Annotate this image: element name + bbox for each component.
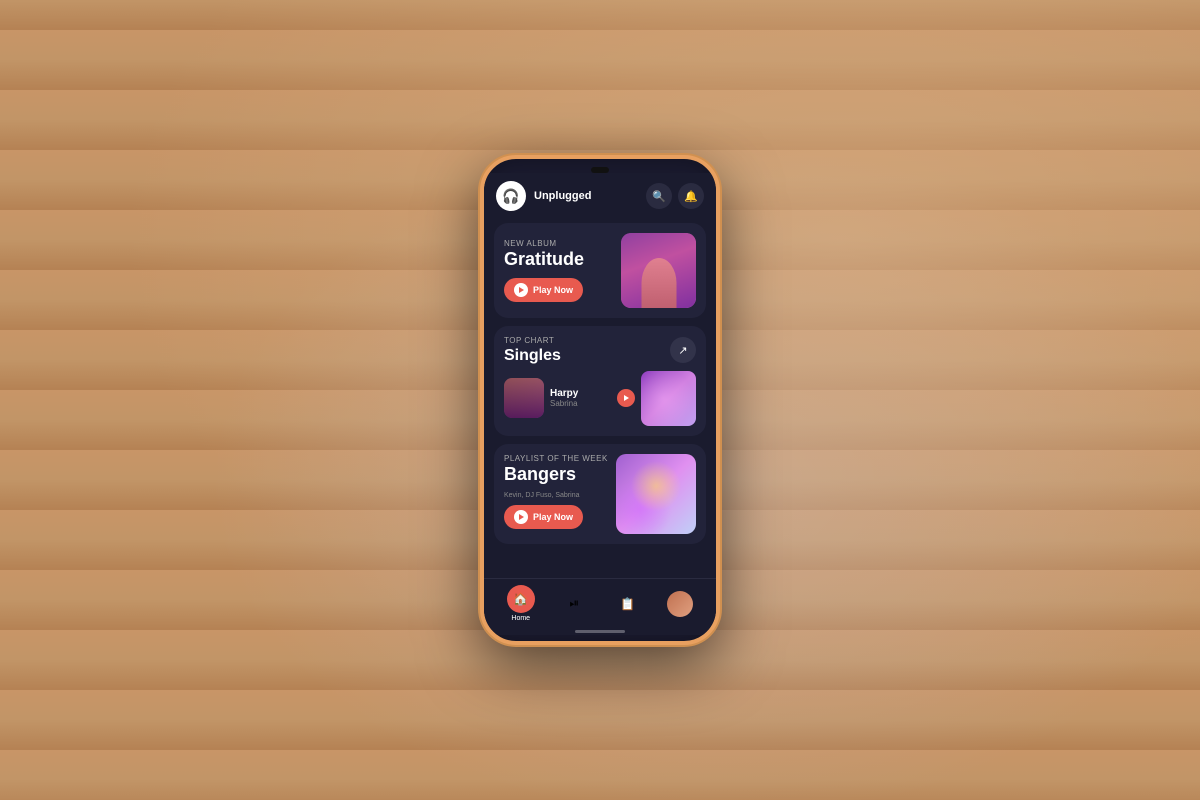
- arrow-icon: ↗: [678, 344, 687, 357]
- song-artwork: [504, 378, 544, 418]
- phone-screen: 🎧 Unplugged 🔍 🔔 New Al: [484, 173, 716, 635]
- playlist-play-label: Play Now: [533, 512, 573, 522]
- chart-info: Top Chart Singles: [504, 336, 561, 365]
- nav-playlist-icon-wrap: 📋: [614, 590, 642, 618]
- nav-home[interactable]: 🏠 Home: [507, 585, 535, 622]
- album-title: Gratitude: [504, 250, 621, 270]
- new-album-card: New Album Gratitude Play Now: [494, 223, 706, 318]
- song-list: Harpy Sabrina: [504, 371, 696, 426]
- top-chart-label: Top Chart: [504, 336, 561, 345]
- song-item: Harpy Sabrina: [504, 378, 635, 418]
- home-indicator: [575, 630, 625, 633]
- album-artwork: [621, 233, 696, 308]
- album-art-figure: [621, 233, 696, 308]
- search-button[interactable]: 🔍: [646, 183, 672, 209]
- playlist-artists: Kevin, DJ Fuso, Sabrina: [504, 492, 616, 499]
- chart-header: Top Chart Singles ↗: [504, 336, 696, 365]
- playlist-icon: 📋: [620, 597, 635, 611]
- app-header: 🎧 Unplugged 🔍 🔔: [484, 173, 716, 219]
- song-details: Harpy Sabrina: [550, 388, 611, 408]
- playlist-play-button[interactable]: Play Now: [504, 505, 583, 529]
- notification-button[interactable]: 🔔: [678, 183, 704, 209]
- playlist-play-triangle: [519, 514, 524, 520]
- play-now-label: Play Now: [533, 285, 573, 295]
- play-triangle-icon: [519, 287, 524, 293]
- nav-home-label: Home: [511, 615, 530, 622]
- play-circle-icon: ⏯: [569, 596, 579, 611]
- playlist-artwork: [616, 454, 696, 534]
- headphones-icon: 🎧: [502, 188, 519, 205]
- play-icon-circle: [514, 283, 528, 297]
- top-chart-card: Top Chart Singles ↗ Harpy Sabrina: [494, 326, 706, 436]
- playlist-play-icon-circle: [514, 510, 528, 524]
- song-artist: Sabrina: [550, 399, 611, 408]
- nav-play-icon-wrap: ⏯: [560, 590, 588, 618]
- phone-body: 🎧 Unplugged 🔍 🔔 New Al: [480, 155, 720, 645]
- album-info: New Album Gratitude Play Now: [504, 239, 621, 302]
- nav-play[interactable]: ⏯: [560, 590, 588, 618]
- playlist-title: Bangers: [504, 465, 616, 485]
- bell-icon: 🔔: [684, 190, 698, 203]
- mini-play-button[interactable]: [617, 389, 635, 407]
- play-now-button[interactable]: Play Now: [504, 278, 583, 302]
- search-icon: 🔍: [652, 190, 666, 203]
- profile-avatar: [667, 591, 693, 617]
- bottom-navigation: 🏠 Home ⏯ 📋: [484, 578, 716, 630]
- playlist-card: Playlist of The Week Bangers Kevin, DJ F…: [494, 444, 706, 544]
- nav-profile[interactable]: [667, 591, 693, 617]
- nav-home-icon-wrap: 🏠: [507, 585, 535, 613]
- chart-title: Singles: [504, 347, 561, 365]
- header-icons: 🔍 🔔: [646, 183, 704, 209]
- new-album-label: New Album: [504, 239, 621, 248]
- home-icon: 🏠: [513, 592, 528, 606]
- main-content: New Album Gratitude Play Now: [484, 219, 716, 578]
- logo-button[interactable]: 🎧: [496, 181, 526, 211]
- app-name: Unplugged: [534, 190, 638, 202]
- song-name: Harpy: [550, 388, 611, 399]
- playlist-label: Playlist of The Week: [504, 454, 616, 463]
- nav-playlist[interactable]: 📋: [614, 590, 642, 618]
- playlist-info: Playlist of The Week Bangers Kevin, DJ F…: [504, 454, 616, 530]
- arrow-button[interactable]: ↗: [670, 337, 696, 363]
- phone-mockup: 🎧 Unplugged 🔍 🔔 New Al: [480, 155, 720, 645]
- song-artwork-2: [641, 371, 696, 426]
